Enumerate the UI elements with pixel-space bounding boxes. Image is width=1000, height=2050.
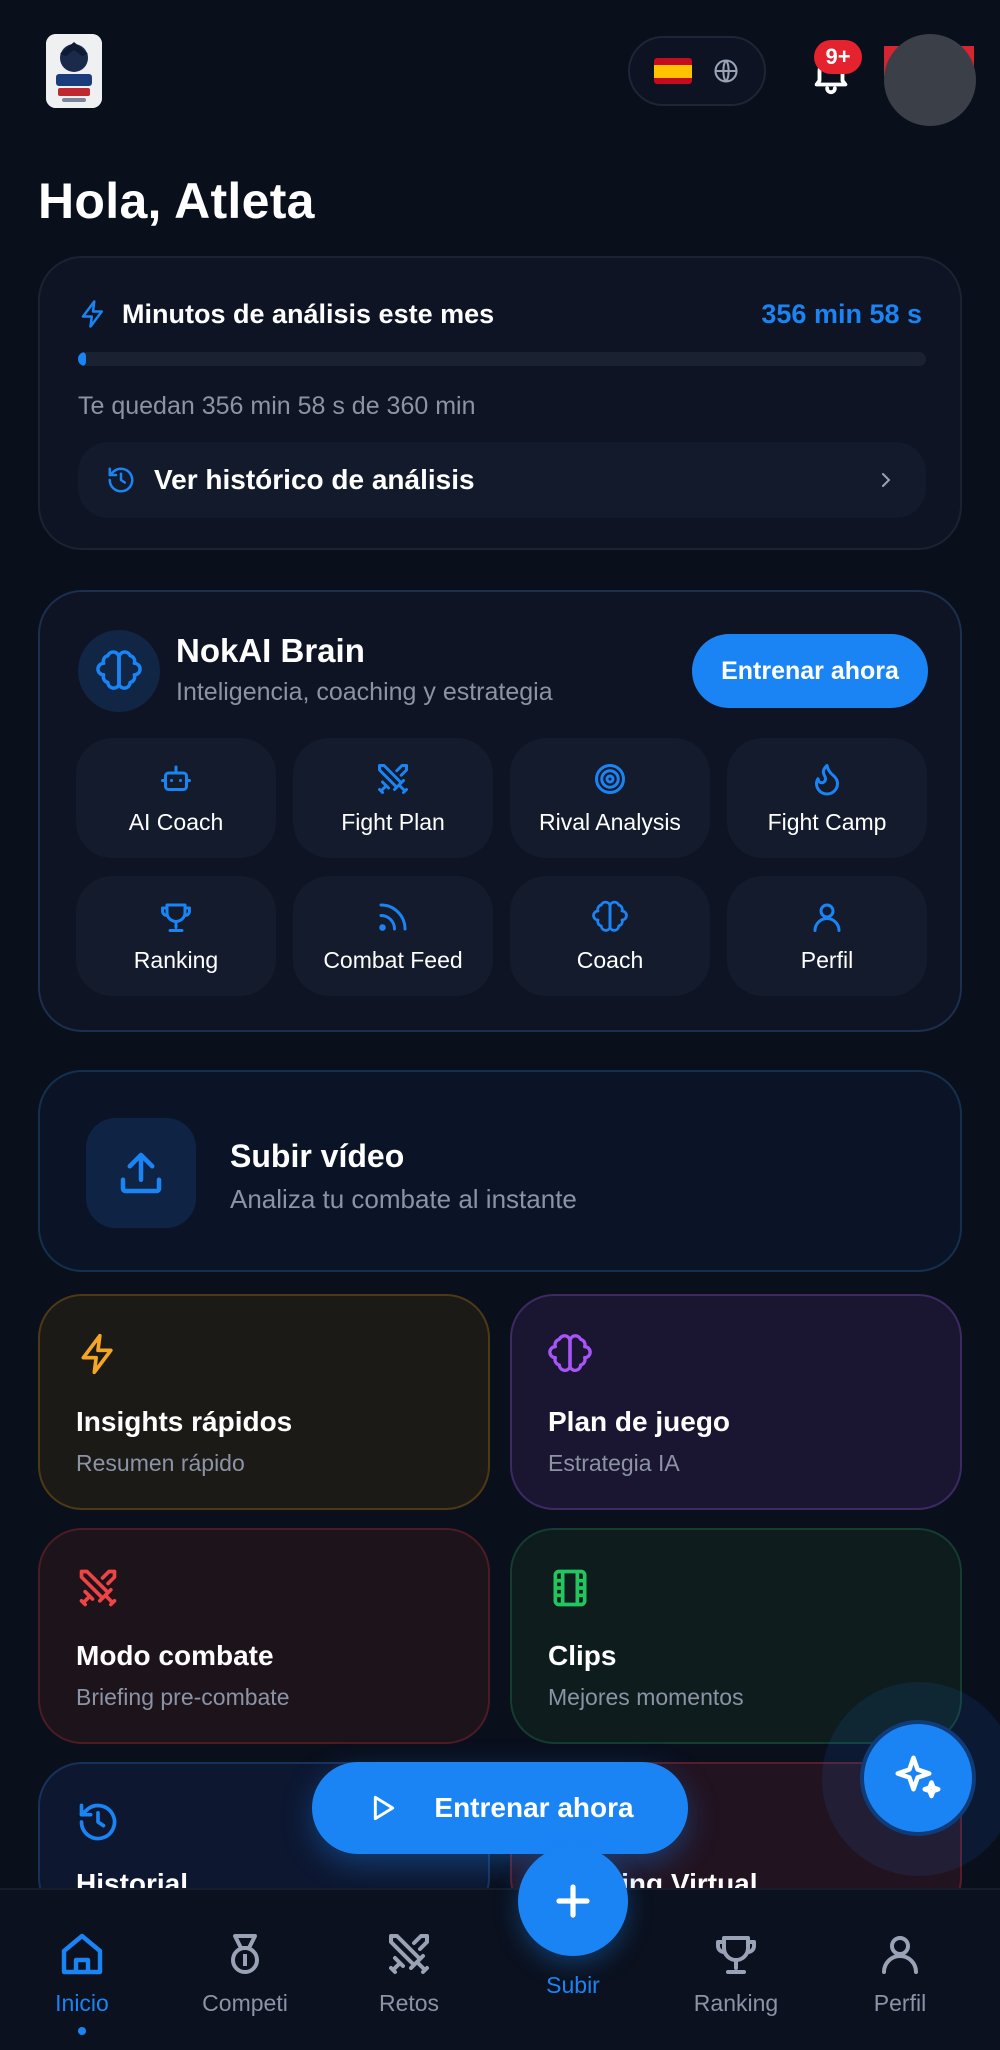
app-logo[interactable] (46, 34, 102, 108)
tile-fight-camp[interactable]: Fight Camp (727, 738, 927, 858)
language-selector[interactable] (628, 36, 766, 106)
minutes-title: Minutos de análisis este mes (122, 298, 495, 329)
brain-subtitle: Inteligencia, coaching y estrategia (176, 678, 553, 706)
nav-retos[interactable]: Retos (339, 1930, 479, 2017)
page-title: Hola, Atleta (38, 173, 315, 229)
flame-icon (815, 763, 839, 795)
history-label: Ver histórico de análisis (154, 464, 475, 495)
sparkles-icon (895, 1755, 941, 1799)
spain-flag-icon (654, 58, 692, 84)
active-indicator (78, 2027, 86, 2035)
bottom-nav: Inicio Competi Retos Subir Ranking Perfi… (0, 1846, 1000, 2050)
brain-icon (78, 630, 160, 712)
history-icon (79, 1803, 117, 1841)
trophy-icon (716, 1936, 756, 1974)
feature-combat-mode[interactable]: Modo combate Briefing pre-combate (38, 1528, 490, 1744)
upload-subtitle: Analiza tu combate al instante (230, 1184, 577, 1214)
floating-train-label: Entrenar ahora (434, 1792, 634, 1823)
play-icon (374, 1795, 395, 1821)
feature-game-plan[interactable]: Plan de juego Estrategia IA (510, 1294, 962, 1510)
ai-assistant-button[interactable] (860, 1720, 976, 1836)
chevron-right-icon (882, 473, 891, 487)
trophy-icon (161, 903, 191, 932)
nav-upload-label: Subir (546, 1972, 600, 1998)
tile-fight-plan[interactable]: Fight Plan (293, 738, 493, 858)
nav-upload-button[interactable] (518, 1846, 628, 1956)
nav-competi[interactable]: Competi (175, 1930, 315, 2017)
film-icon (553, 1569, 587, 1607)
minutes-progress-fill (78, 352, 86, 366)
tile-ranking[interactable]: Ranking (76, 876, 276, 996)
upload-icon (86, 1118, 196, 1228)
brain-icon (548, 1334, 592, 1372)
history-icon (108, 467, 134, 493)
tile-combat-feed[interactable]: Combat Feed (293, 876, 493, 996)
robot-icon (161, 765, 191, 791)
swords-icon (79, 1569, 117, 1607)
plus-icon (556, 1884, 590, 1918)
brain-title: NokAI Brain (176, 632, 365, 669)
nav-profile[interactable]: Perfil (830, 1930, 970, 2017)
floating-train-button[interactable]: Entrenar ahora (312, 1762, 688, 1854)
train-now-button[interactable]: Entrenar ahora (692, 634, 928, 708)
medal-icon (231, 1934, 259, 1974)
home-icon (61, 1933, 103, 1975)
tile-ai-coach[interactable]: AI Coach (76, 738, 276, 858)
upload-video-card[interactable]: Subir vídeo Analiza tu combate al instan… (38, 1070, 962, 1272)
user-icon (882, 1936, 918, 1974)
feature-quick-insights[interactable]: Insights rápidos Resumen rápido (38, 1294, 490, 1510)
swords-icon (389, 1934, 429, 1974)
minutes-value: 356 min 58 s (761, 298, 922, 329)
top-bar: 9+ (0, 0, 1000, 150)
user-icon (813, 903, 841, 932)
tile-profile[interactable]: Perfil (727, 876, 927, 996)
lightning-icon (81, 300, 103, 328)
notification-badge: 9+ (814, 40, 862, 74)
analysis-history-link[interactable]: Ver histórico de análisis (78, 442, 926, 518)
nav-ranking[interactable]: Ranking (666, 1930, 806, 2017)
minutes-progress-bar (78, 352, 926, 366)
swords-icon (378, 763, 408, 794)
target-icon (595, 763, 625, 794)
avatar[interactable] (884, 34, 976, 126)
minutes-remaining-text: Te quedan 356 min 58 s de 360 min (78, 392, 476, 420)
nav-home[interactable]: Inicio (12, 1930, 152, 2035)
feed-icon (379, 903, 407, 931)
nokai-brain-card: NokAI Brain Inteligencia, coaching y est… (38, 590, 962, 1032)
tile-rival-analysis[interactable]: Rival Analysis (510, 738, 710, 858)
analysis-minutes-card: Minutos de análisis este mes 356 min 58 … (38, 256, 962, 550)
lightning-icon (81, 1333, 113, 1375)
upload-title: Subir vídeo (230, 1138, 405, 1174)
brain-icon (592, 900, 628, 932)
globe-icon (714, 59, 738, 83)
tile-coach[interactable]: Coach (510, 876, 710, 996)
